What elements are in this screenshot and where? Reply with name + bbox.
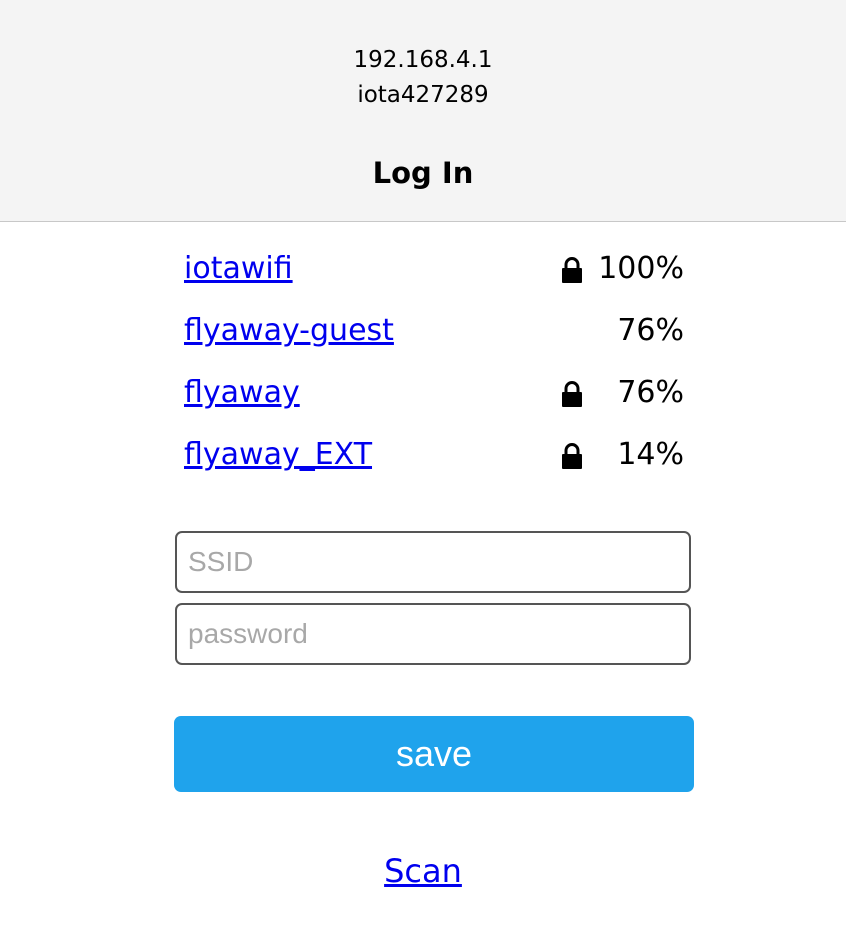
network-item: flyaway_EXT 14% [184,435,684,475]
network-link[interactable]: iotawifi [184,249,293,289]
device-ip: 192.168.4.1 [353,47,493,73]
network-item: iotawifi 100% [184,249,684,289]
save-button[interactable]: save [174,716,694,792]
signal-strength: 76% [617,375,684,410]
network-item: flyaway-guest 76% [184,311,684,351]
lock-icon [562,381,582,407]
header: 192.168.4.1 iota427289 Log In [0,0,846,222]
lock-icon [562,257,582,283]
network-link[interactable]: flyaway [184,373,300,413]
page-title: Log In [372,156,474,190]
signal-strength: 100% [598,251,684,286]
network-link[interactable]: flyaway-guest [184,311,394,351]
ssid-input[interactable] [175,531,691,593]
scan-link[interactable]: Scan [0,850,846,892]
lock-icon [562,443,582,469]
network-item: flyaway 76% [184,373,684,413]
signal-strength: 14% [617,437,684,472]
network-link[interactable]: flyaway_EXT [184,435,372,475]
signal-strength: 76% [617,313,684,348]
device-hostname: iota427289 [357,82,489,108]
password-input[interactable] [175,603,691,665]
